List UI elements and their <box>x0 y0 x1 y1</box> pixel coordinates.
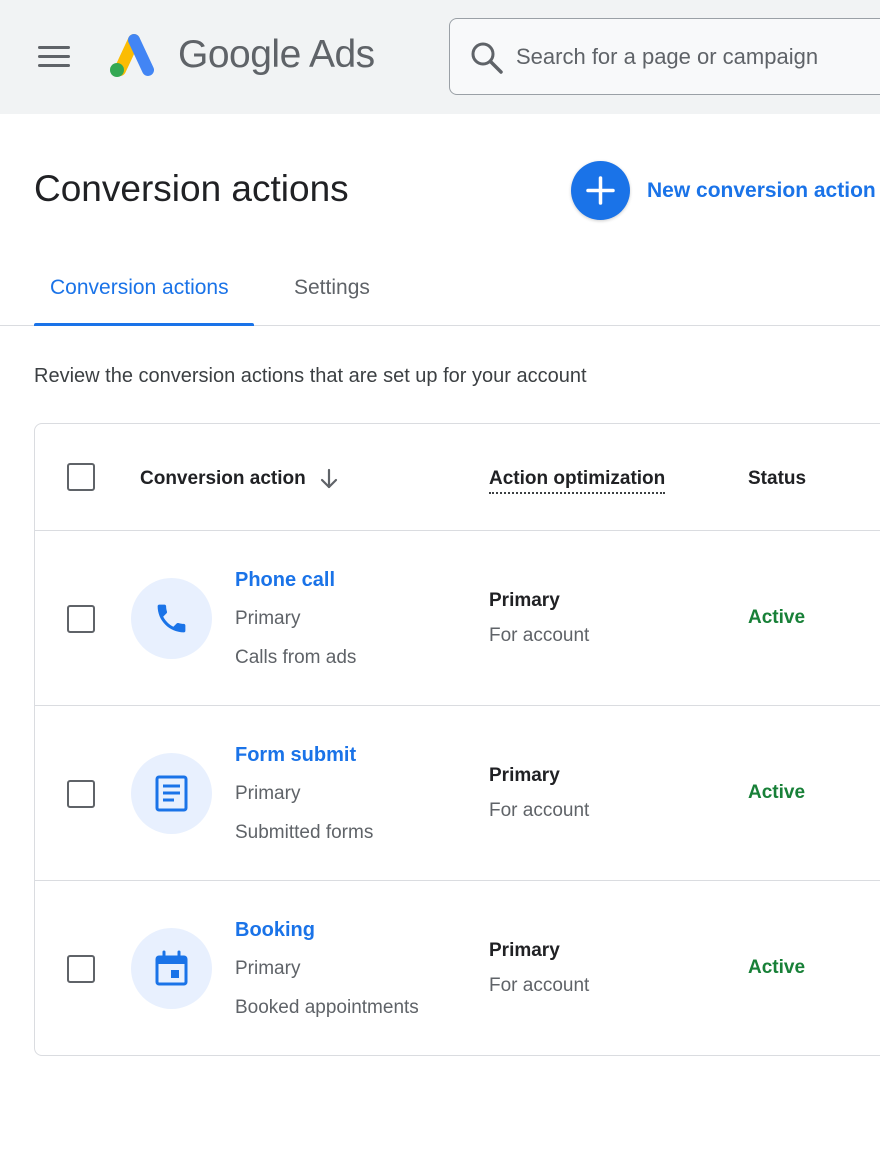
conversion-name-link[interactable]: Phone call <box>235 569 335 592</box>
search-icon <box>471 42 503 74</box>
tab-bar: Conversion actions Settings <box>0 260 880 326</box>
search-box[interactable] <box>449 18 880 95</box>
table-row: Phone call Primary Calls from ads Primar… <box>35 531 880 706</box>
search-input[interactable] <box>516 39 876 75</box>
optimization-value: Primary <box>489 590 560 611</box>
header-status[interactable]: Status <box>748 468 806 490</box>
status-badge: Active <box>748 607 806 628</box>
select-all-checkbox[interactable] <box>67 463 95 491</box>
tab-conversion-actions[interactable]: Conversion actions <box>50 276 229 300</box>
conversion-name-link[interactable]: Booking <box>235 919 315 942</box>
conversion-category: Primary <box>235 958 301 979</box>
optimization-scope: For account <box>489 625 590 646</box>
google-ads-logo <box>110 34 154 77</box>
plus-icon <box>571 161 630 220</box>
row-icon-container <box>131 928 212 1009</box>
row-checkbox[interactable] <box>67 780 95 808</box>
tab-settings[interactable]: Settings <box>294 276 370 300</box>
conversion-name-link[interactable]: Form submit <box>235 744 356 767</box>
header-action-optimization[interactable]: Action optimization <box>489 468 666 494</box>
header-conversion-action[interactable]: Conversion action <box>140 468 306 490</box>
brand-name: Google Ads <box>178 33 375 76</box>
conversion-actions-table: Conversion action Action optimization St… <box>34 423 880 1056</box>
new-conversion-action-label: New conversion action <box>647 178 876 202</box>
form-icon <box>155 775 188 812</box>
conversion-detail: Submitted forms <box>235 822 374 843</box>
sort-arrow-down-icon[interactable] <box>318 468 340 490</box>
active-tab-indicator <box>34 323 254 326</box>
conversion-detail: Booked appointments <box>235 997 419 1018</box>
table-header: Conversion action Action optimization St… <box>35 424 880 531</box>
status-badge: Active <box>748 782 806 803</box>
conversion-category: Primary <box>235 783 301 804</box>
phone-icon <box>157 604 186 633</box>
new-conversion-action-button[interactable]: New conversion action <box>571 161 876 220</box>
row-checkbox[interactable] <box>67 605 95 633</box>
hamburger-menu-icon[interactable] <box>36 42 72 72</box>
optimization-scope: For account <box>489 975 590 996</box>
page-title: Conversion actions <box>34 168 349 209</box>
table-row: Booking Primary Booked appointments Prim… <box>35 881 880 1056</box>
status-badge: Active <box>748 957 806 978</box>
conversion-category: Primary <box>235 608 301 629</box>
table-row: Form submit Primary Submitted forms Prim… <box>35 706 880 881</box>
top-bar: Google Ads <box>0 0 880 114</box>
optimization-scope: For account <box>489 800 590 821</box>
row-icon-container <box>131 578 212 659</box>
page-description: Review the conversion actions that are s… <box>34 365 587 387</box>
row-checkbox[interactable] <box>67 955 95 983</box>
row-icon-container <box>131 753 212 834</box>
conversion-detail: Calls from ads <box>235 647 357 668</box>
calendar-icon <box>155 950 188 986</box>
optimization-value: Primary <box>489 940 560 961</box>
optimization-value: Primary <box>489 765 560 786</box>
